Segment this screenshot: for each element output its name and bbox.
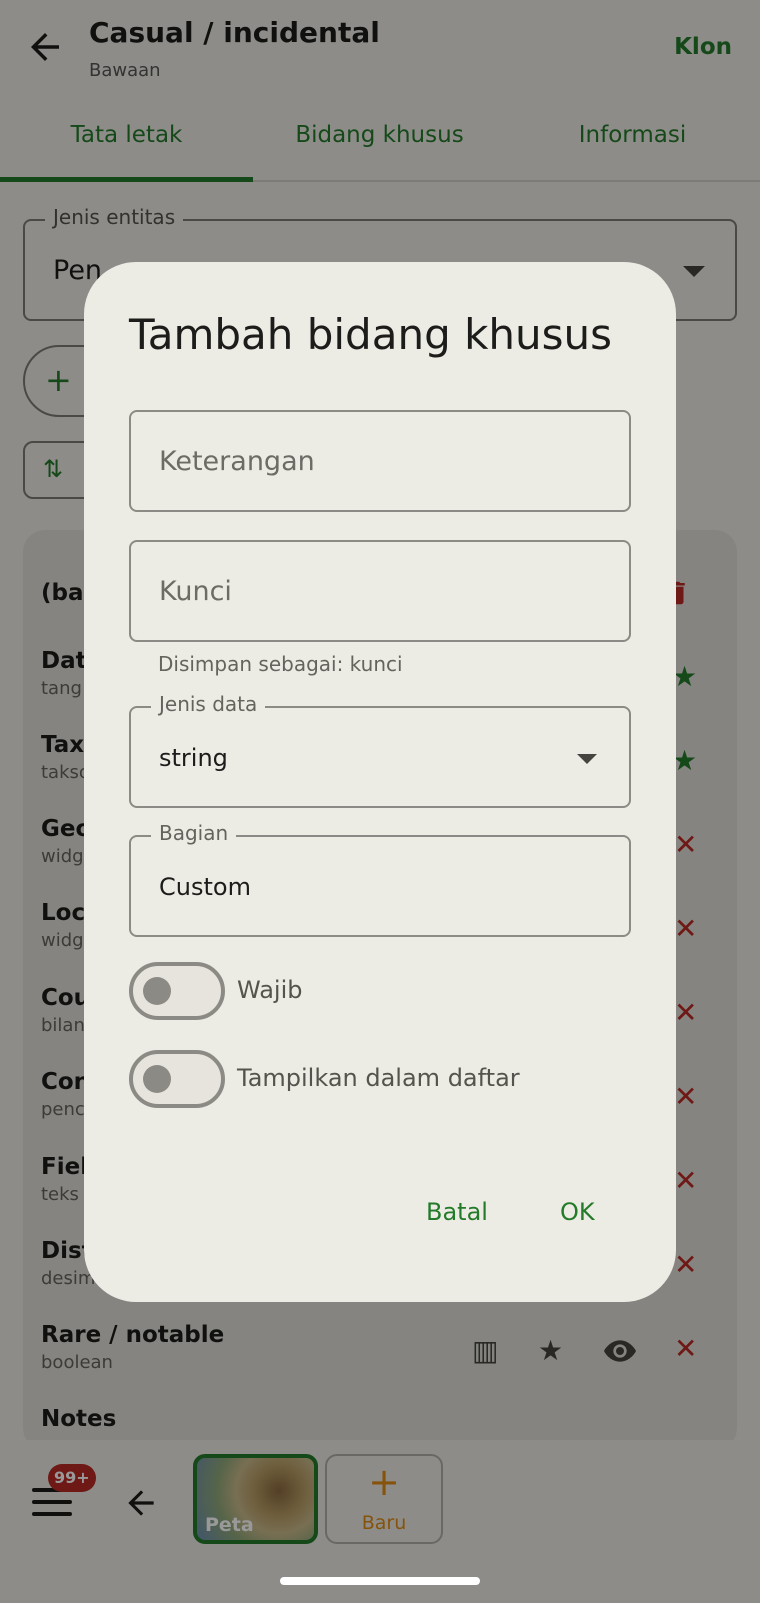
section-label: Bagian — [151, 821, 237, 845]
data-type-value: string — [159, 744, 228, 772]
section-value: Custom — [159, 873, 251, 901]
description-field — [129, 410, 631, 512]
toggle-thumb — [143, 1065, 171, 1093]
ok-button[interactable]: OK — [560, 1198, 595, 1226]
cancel-button[interactable]: Batal — [426, 1198, 488, 1226]
data-type-label: Jenis data — [151, 692, 266, 716]
data-type-select[interactable]: Jenis data string — [129, 692, 631, 808]
dropdown-arrow-icon — [577, 754, 597, 764]
add-custom-field-dialog: Tambah bidang khusus Disimpan sebagai: k… — [84, 262, 676, 1302]
section-field[interactable]: Bagian Custom — [129, 821, 631, 937]
show-in-list-label: Tampilkan dalam daftar — [237, 1064, 520, 1092]
gesture-handle — [280, 1577, 480, 1585]
dialog-title: Tambah bidang khusus — [129, 310, 613, 359]
key-helper-text: Disimpan sebagai: kunci — [158, 652, 403, 676]
key-field — [129, 540, 631, 642]
required-toggle[interactable] — [129, 962, 225, 1020]
toggle-thumb — [143, 977, 171, 1005]
description-input[interactable] — [131, 412, 629, 510]
key-input[interactable] — [131, 542, 629, 640]
show-in-list-toggle[interactable] — [129, 1050, 225, 1108]
required-label: Wajib — [237, 976, 303, 1004]
